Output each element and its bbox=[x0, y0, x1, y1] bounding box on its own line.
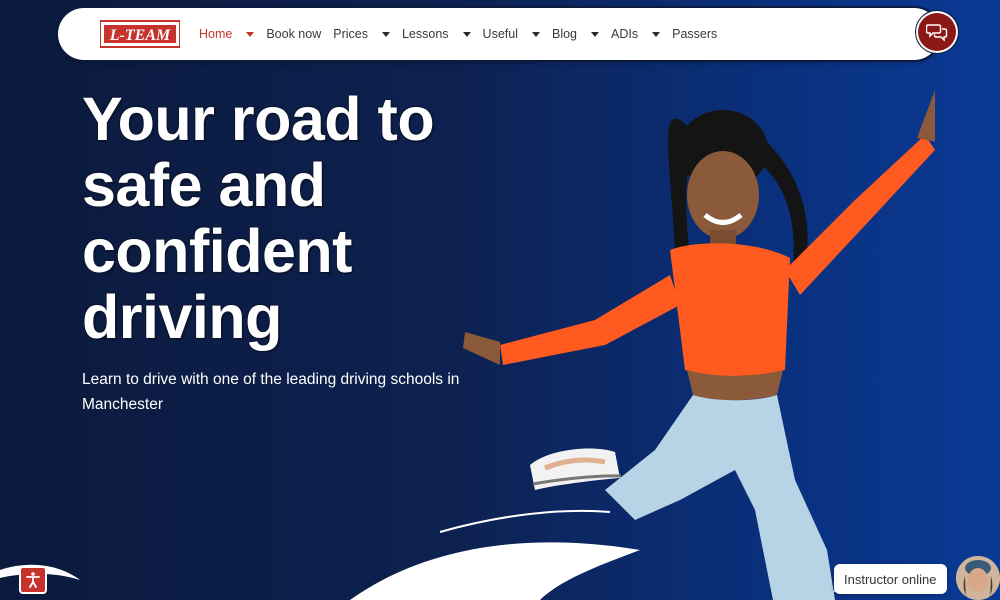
main-nav: Home Book now Prices Lessons Useful Blog… bbox=[199, 8, 729, 60]
instructor-avatar[interactable] bbox=[956, 556, 1000, 600]
jumping-woman-photo bbox=[463, 90, 935, 600]
nav-home-label: Home bbox=[199, 27, 233, 41]
chevron-down-icon[interactable] bbox=[591, 31, 600, 37]
instructor-avatar-image bbox=[956, 556, 1000, 600]
nav-blog-label: Blog bbox=[551, 27, 578, 41]
instructor-online-label: Instructor online bbox=[844, 571, 937, 587]
top-navbar: L-TEAM Home Book now Prices Lessons Usef… bbox=[58, 8, 940, 60]
chevron-down-icon[interactable] bbox=[246, 31, 255, 37]
nav-book-now[interactable]: Book now bbox=[266, 27, 321, 41]
accessibility-button[interactable] bbox=[19, 566, 47, 594]
nav-adis[interactable]: ADIs bbox=[611, 27, 661, 41]
nav-book-now-label: Book now bbox=[266, 27, 322, 41]
accessibility-icon bbox=[26, 572, 40, 588]
nav-blog[interactable]: Blog bbox=[551, 27, 600, 41]
hero-title: Your road to safe and confident driving bbox=[82, 85, 435, 351]
nav-adis-label: ADIs bbox=[611, 27, 639, 41]
nav-useful-label: Useful bbox=[482, 27, 518, 41]
l-team-logo[interactable]: L-TEAM bbox=[100, 19, 180, 49]
chevron-down-icon[interactable] bbox=[462, 31, 471, 37]
hero-subtitle: Learn to drive with one of the leading d… bbox=[82, 371, 460, 413]
nav-passers[interactable]: Passers bbox=[672, 27, 717, 41]
chevron-down-icon[interactable] bbox=[381, 31, 390, 37]
instructor-online-badge[interactable]: Instructor online bbox=[834, 564, 947, 594]
nav-lessons[interactable]: Lessons bbox=[402, 27, 471, 41]
nav-prices[interactable]: Prices bbox=[333, 27, 390, 41]
logo-text: L-TEAM bbox=[109, 27, 171, 44]
chevron-down-icon[interactable] bbox=[531, 31, 540, 37]
nav-home[interactable]: Home bbox=[199, 27, 255, 41]
nav-passers-label: Passers bbox=[672, 27, 718, 41]
nav-prices-label: Prices bbox=[333, 27, 368, 41]
chevron-down-icon[interactable] bbox=[652, 31, 661, 37]
chat-bubbles-icon bbox=[926, 24, 948, 42]
chat-button[interactable] bbox=[918, 13, 956, 51]
nav-lessons-label: Lessons bbox=[401, 27, 449, 41]
nav-useful[interactable]: Useful bbox=[483, 27, 540, 41]
